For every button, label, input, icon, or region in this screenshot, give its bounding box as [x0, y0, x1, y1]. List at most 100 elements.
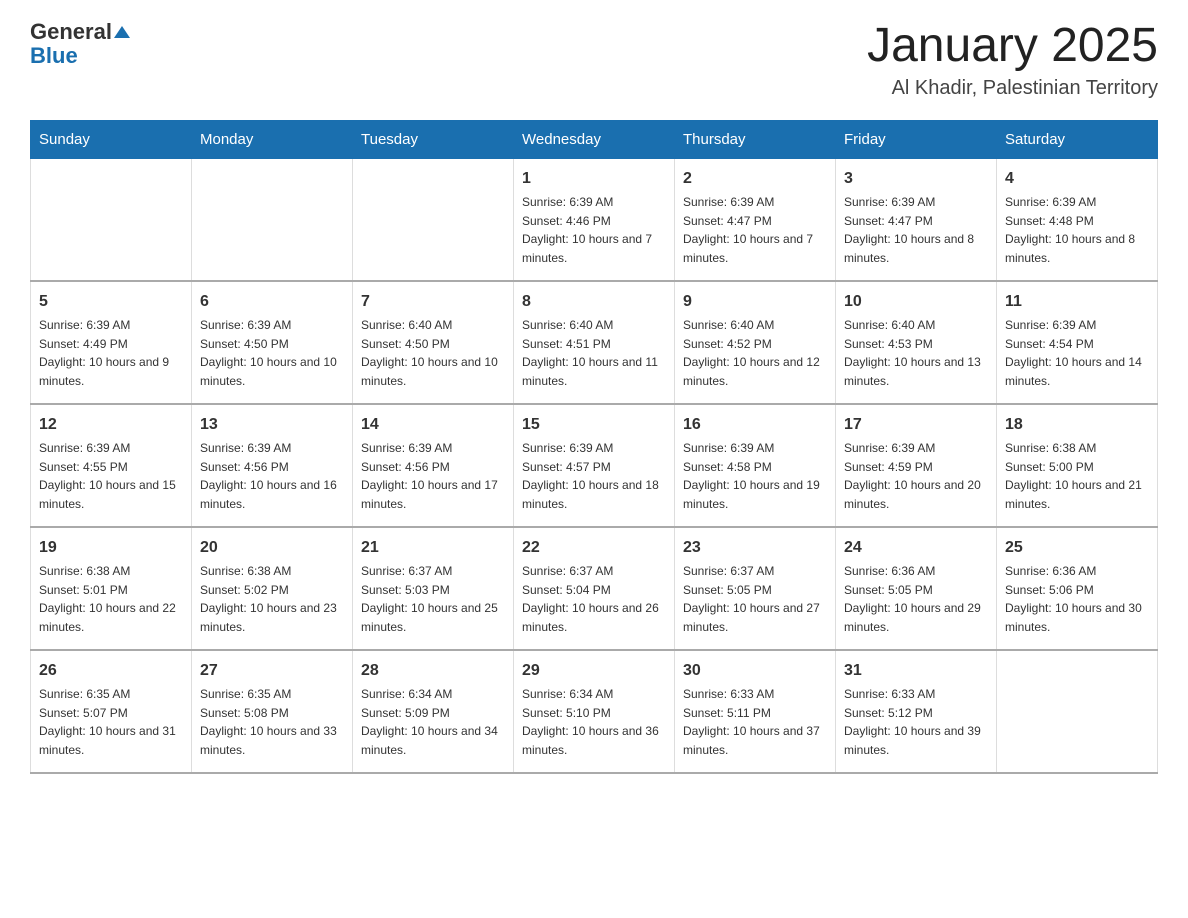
week-row-2: 5 Sunrise: 6:39 AMSunset: 4:49 PMDaylight…: [31, 281, 1158, 404]
calendar-cell: 6 Sunrise: 6:39 AMSunset: 4:50 PMDaylight…: [192, 281, 353, 404]
day-info: Sunrise: 6:38 AMSunset: 5:00 PMDaylight:…: [1005, 441, 1142, 511]
calendar-cell: 21Sunrise: 6:37 AMSunset: 5:03 PMDayligh…: [353, 527, 514, 650]
day-number: 18: [1005, 413, 1149, 437]
calendar-cell: 26 Sunrise: 6:35 AMSunset: 5:07 PMDayligh…: [31, 650, 192, 773]
day-number: 14: [361, 413, 505, 437]
day-info: Sunrise: 6:34 AMSunset: 5:10 PMDaylight:…: [522, 687, 659, 757]
day-number: 24: [844, 536, 988, 560]
day-info: Sunrise: 6:39 AMSunset: 4:47 PMDaylight:…: [844, 195, 974, 265]
day-number: 10: [844, 290, 988, 314]
day-number: 23: [683, 536, 827, 560]
day-header-monday: Monday: [192, 120, 353, 158]
day-number: 21: [361, 536, 505, 560]
day-number: 26: [39, 659, 183, 683]
day-info: Sunrise: 6:39 AMSunset: 4:56 PMDaylight:…: [200, 441, 337, 511]
day-info: Sunrise: 6:35 AMSunset: 5:07 PMDaylight:…: [39, 687, 176, 757]
calendar-cell: 5 Sunrise: 6:39 AMSunset: 4:49 PMDaylight…: [31, 281, 192, 404]
day-number: 29: [522, 659, 666, 683]
day-number: 11: [1005, 290, 1149, 314]
day-info: Sunrise: 6:39 AMSunset: 4:47 PMDaylight:…: [683, 195, 813, 265]
day-header-wednesday: Wednesday: [514, 120, 675, 158]
week-row-5: 26 Sunrise: 6:35 AMSunset: 5:07 PMDayligh…: [31, 650, 1158, 773]
day-number: 1: [522, 167, 666, 191]
day-info: Sunrise: 6:36 AMSunset: 5:06 PMDaylight:…: [1005, 564, 1142, 634]
day-number: 30: [683, 659, 827, 683]
calendar-cell: 31Sunrise: 6:33 AMSunset: 5:12 PMDayligh…: [836, 650, 997, 773]
day-info: Sunrise: 6:39 AMSunset: 4:56 PMDaylight:…: [361, 441, 498, 511]
day-info: Sunrise: 6:39 AMSunset: 4:48 PMDaylight:…: [1005, 195, 1135, 265]
calendar-cell: [31, 158, 192, 281]
calendar-cell: 20 Sunrise: 6:38 AMSunset: 5:02 PMDayligh…: [192, 527, 353, 650]
day-number: 16: [683, 413, 827, 437]
day-number: 25: [1005, 536, 1149, 560]
day-number: 6: [200, 290, 344, 314]
logo: General Blue: [30, 20, 130, 68]
calendar-cell: 22 Sunrise: 6:37 AMSunset: 5:04 PMDayligh…: [514, 527, 675, 650]
logo-triangle-icon: [114, 26, 130, 38]
day-number: 8: [522, 290, 666, 314]
calendar-cell: 17Sunrise: 6:39 AMSunset: 4:59 PMDayligh…: [836, 404, 997, 527]
day-header-sunday: Sunday: [31, 120, 192, 158]
day-number: 3: [844, 167, 988, 191]
day-info: Sunrise: 6:40 AMSunset: 4:53 PMDaylight:…: [844, 318, 981, 388]
day-info: Sunrise: 6:39 AMSunset: 4:55 PMDaylight:…: [39, 441, 176, 511]
day-info: Sunrise: 6:35 AMSunset: 5:08 PMDaylight:…: [200, 687, 337, 757]
day-number: 28: [361, 659, 505, 683]
day-info: Sunrise: 6:38 AMSunset: 5:01 PMDaylight:…: [39, 564, 176, 634]
day-number: 17: [844, 413, 988, 437]
day-info: Sunrise: 6:37 AMSunset: 5:05 PMDaylight:…: [683, 564, 820, 634]
calendar-cell: 1 Sunrise: 6:39 AMSunset: 4:46 PMDaylight…: [514, 158, 675, 281]
day-number: 19: [39, 536, 183, 560]
calendar-cell: 12 Sunrise: 6:39 AMSunset: 4:55 PMDayligh…: [31, 404, 192, 527]
day-info: Sunrise: 6:39 AMSunset: 4:57 PMDaylight:…: [522, 441, 659, 511]
day-number: 12: [39, 413, 183, 437]
calendar-cell: 27 Sunrise: 6:35 AMSunset: 5:08 PMDayligh…: [192, 650, 353, 773]
day-info: Sunrise: 6:39 AMSunset: 4:49 PMDaylight:…: [39, 318, 169, 388]
day-number: 2: [683, 167, 827, 191]
day-number: 7: [361, 290, 505, 314]
calendar-cell: [997, 650, 1158, 773]
calendar-cell: 2 Sunrise: 6:39 AMSunset: 4:47 PMDaylight…: [675, 158, 836, 281]
calendar-cell: 10 Sunrise: 6:40 AMSunset: 4:53 PMDayligh…: [836, 281, 997, 404]
calendar-cell: 11 Sunrise: 6:39 AMSunset: 4:54 PMDayligh…: [997, 281, 1158, 404]
calendar-table: SundayMondayTuesdayWednesdayThursdayFrid…: [30, 120, 1158, 774]
logo-blue: Blue: [30, 44, 78, 68]
day-number: 5: [39, 290, 183, 314]
calendar-cell: 15 Sunrise: 6:39 AMSunset: 4:57 PMDayligh…: [514, 404, 675, 527]
day-info: Sunrise: 6:38 AMSunset: 5:02 PMDaylight:…: [200, 564, 337, 634]
calendar-cell: 9Sunrise: 6:40 AMSunset: 4:52 PMDaylight…: [675, 281, 836, 404]
calendar-cell: 8 Sunrise: 6:40 AMSunset: 4:51 PMDaylight…: [514, 281, 675, 404]
day-number: 20: [200, 536, 344, 560]
calendar-cell: [353, 158, 514, 281]
day-info: Sunrise: 6:39 AMSunset: 4:58 PMDaylight:…: [683, 441, 820, 511]
calendar-cell: 30 Sunrise: 6:33 AMSunset: 5:11 PMDayligh…: [675, 650, 836, 773]
calendar-cell: 25 Sunrise: 6:36 AMSunset: 5:06 PMDayligh…: [997, 527, 1158, 650]
day-number: 4: [1005, 167, 1149, 191]
calendar-cell: 19 Sunrise: 6:38 AMSunset: 5:01 PMDayligh…: [31, 527, 192, 650]
day-number: 15: [522, 413, 666, 437]
title-area: January 2025 Al Khadir, Palestinian Terr…: [867, 20, 1158, 100]
day-info: Sunrise: 6:40 AMSunset: 4:51 PMDaylight:…: [522, 318, 658, 388]
calendar-cell: 29 Sunrise: 6:34 AMSunset: 5:10 PMDayligh…: [514, 650, 675, 773]
day-info: Sunrise: 6:33 AMSunset: 5:11 PMDaylight:…: [683, 687, 820, 757]
day-header-thursday: Thursday: [675, 120, 836, 158]
calendar-cell: 7Sunrise: 6:40 AMSunset: 4:50 PMDaylight…: [353, 281, 514, 404]
calendar-cell: 28 Sunrise: 6:34 AMSunset: 5:09 PMDayligh…: [353, 650, 514, 773]
calendar-cell: 16 Sunrise: 6:39 AMSunset: 4:58 PMDayligh…: [675, 404, 836, 527]
day-info: Sunrise: 6:37 AMSunset: 5:04 PMDaylight:…: [522, 564, 659, 634]
day-info: Sunrise: 6:33 AMSunset: 5:12 PMDaylight:…: [844, 687, 981, 757]
day-info: Sunrise: 6:39 AMSunset: 4:46 PMDaylight:…: [522, 195, 652, 265]
day-info: Sunrise: 6:40 AMSunset: 4:52 PMDaylight:…: [683, 318, 820, 388]
week-row-4: 19 Sunrise: 6:38 AMSunset: 5:01 PMDayligh…: [31, 527, 1158, 650]
calendar-cell: 3 Sunrise: 6:39 AMSunset: 4:47 PMDaylight…: [836, 158, 997, 281]
week-row-3: 12 Sunrise: 6:39 AMSunset: 4:55 PMDayligh…: [31, 404, 1158, 527]
day-info: Sunrise: 6:34 AMSunset: 5:09 PMDaylight:…: [361, 687, 498, 757]
day-number: 22: [522, 536, 666, 560]
day-info: Sunrise: 6:39 AMSunset: 4:50 PMDaylight:…: [200, 318, 337, 388]
day-header-friday: Friday: [836, 120, 997, 158]
calendar-cell: 4 Sunrise: 6:39 AMSunset: 4:48 PMDaylight…: [997, 158, 1158, 281]
day-number: 27: [200, 659, 344, 683]
day-info: Sunrise: 6:39 AMSunset: 4:54 PMDaylight:…: [1005, 318, 1142, 388]
month-title: January 2025: [867, 20, 1158, 73]
day-header-saturday: Saturday: [997, 120, 1158, 158]
